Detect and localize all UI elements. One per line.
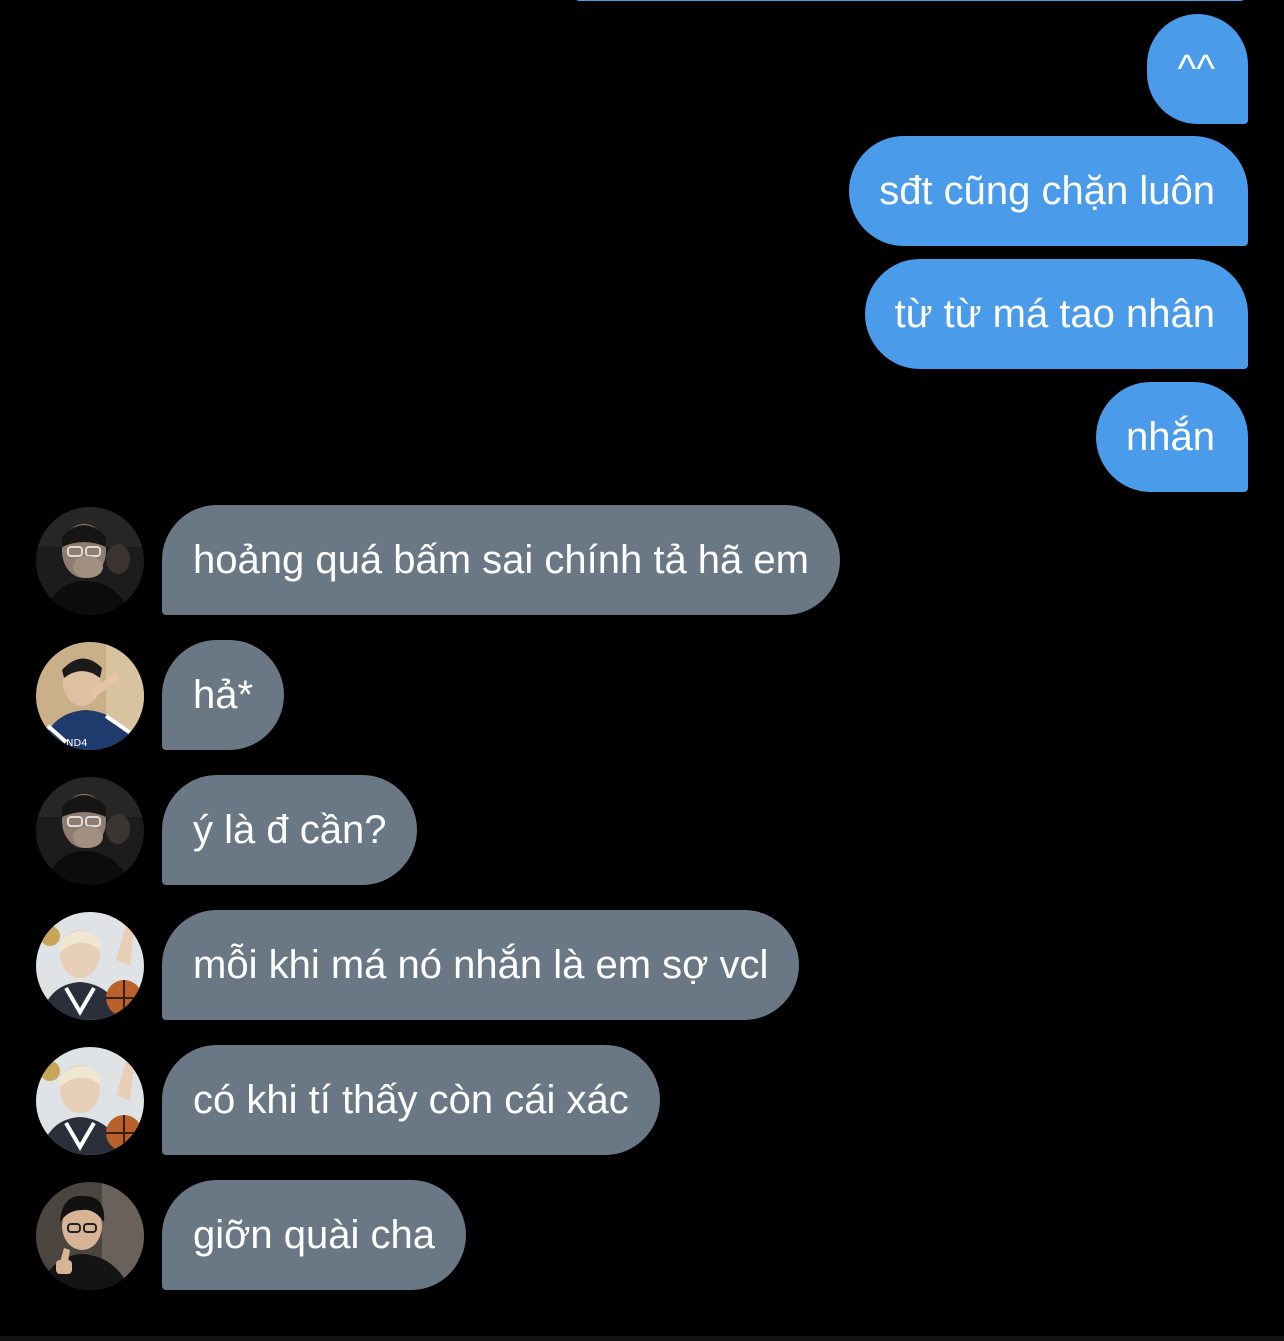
incoming-message-bubble[interactable]: mỗi khi má nó nhắn là em sợ vcl xyxy=(162,910,800,1020)
message-text: ^^ xyxy=(1177,47,1215,91)
message-text: ý là đ cần? xyxy=(193,808,387,852)
message-text: giỡn quài cha xyxy=(193,1213,435,1257)
sender-avatar[interactable]: ND4 xyxy=(36,642,144,750)
incoming-message-bubble[interactable]: có khi tí thấy còn cái xác xyxy=(162,1045,660,1155)
message-text: nhắn xyxy=(1126,415,1215,459)
chat-thread: ^^ sđt cũng chặn luôn từ từ má tao nhân … xyxy=(0,0,1284,1341)
message-text: có khi tí thấy còn cái xác xyxy=(193,1078,629,1122)
incoming-message-bubble[interactable]: hoảng quá bấm sai chính tả hã em xyxy=(162,505,840,615)
incoming-message-bubble[interactable]: giỡn quài cha xyxy=(162,1180,466,1290)
message-text: hả* xyxy=(193,673,254,717)
message-text: mỗi khi má nó nhắn là em sợ vcl xyxy=(193,943,769,987)
sender-avatar[interactable] xyxy=(36,912,144,1020)
person-peace-sign-photo-icon: ND4 xyxy=(36,642,144,750)
person-thumbs-up-photo-icon xyxy=(36,1182,144,1290)
person-waving-basketball-photo-icon xyxy=(36,912,144,1020)
outgoing-message-bubble[interactable]: từ từ má tao nhân xyxy=(864,259,1248,369)
person-covering-face-photo-icon xyxy=(36,777,144,885)
sender-avatar[interactable] xyxy=(36,777,144,885)
person-covering-face-photo-icon xyxy=(36,507,144,615)
message-text: từ từ má tao nhân xyxy=(894,292,1215,336)
message-text: hoảng quá bấm sai chính tả hã em xyxy=(193,538,809,582)
bottom-divider xyxy=(0,1336,1284,1341)
outgoing-message-bubble[interactable]: ^^ xyxy=(1147,14,1248,124)
outgoing-message-bubble[interactable]: sđt cũng chặn luôn xyxy=(849,136,1248,246)
previous-message-bubble[interactable] xyxy=(572,0,1248,1)
incoming-message-bubble[interactable]: hả* xyxy=(162,640,285,750)
outgoing-message-bubble[interactable]: nhắn xyxy=(1096,382,1248,492)
incoming-message-bubble[interactable]: ý là đ cần? xyxy=(162,775,418,885)
person-waving-basketball-photo-icon xyxy=(36,1047,144,1155)
svg-text:ND4: ND4 xyxy=(66,738,88,749)
message-text: sđt cũng chặn luôn xyxy=(879,169,1215,213)
sender-avatar[interactable] xyxy=(36,1047,144,1155)
sender-avatar[interactable] xyxy=(36,507,144,615)
sender-avatar[interactable] xyxy=(36,1182,144,1290)
